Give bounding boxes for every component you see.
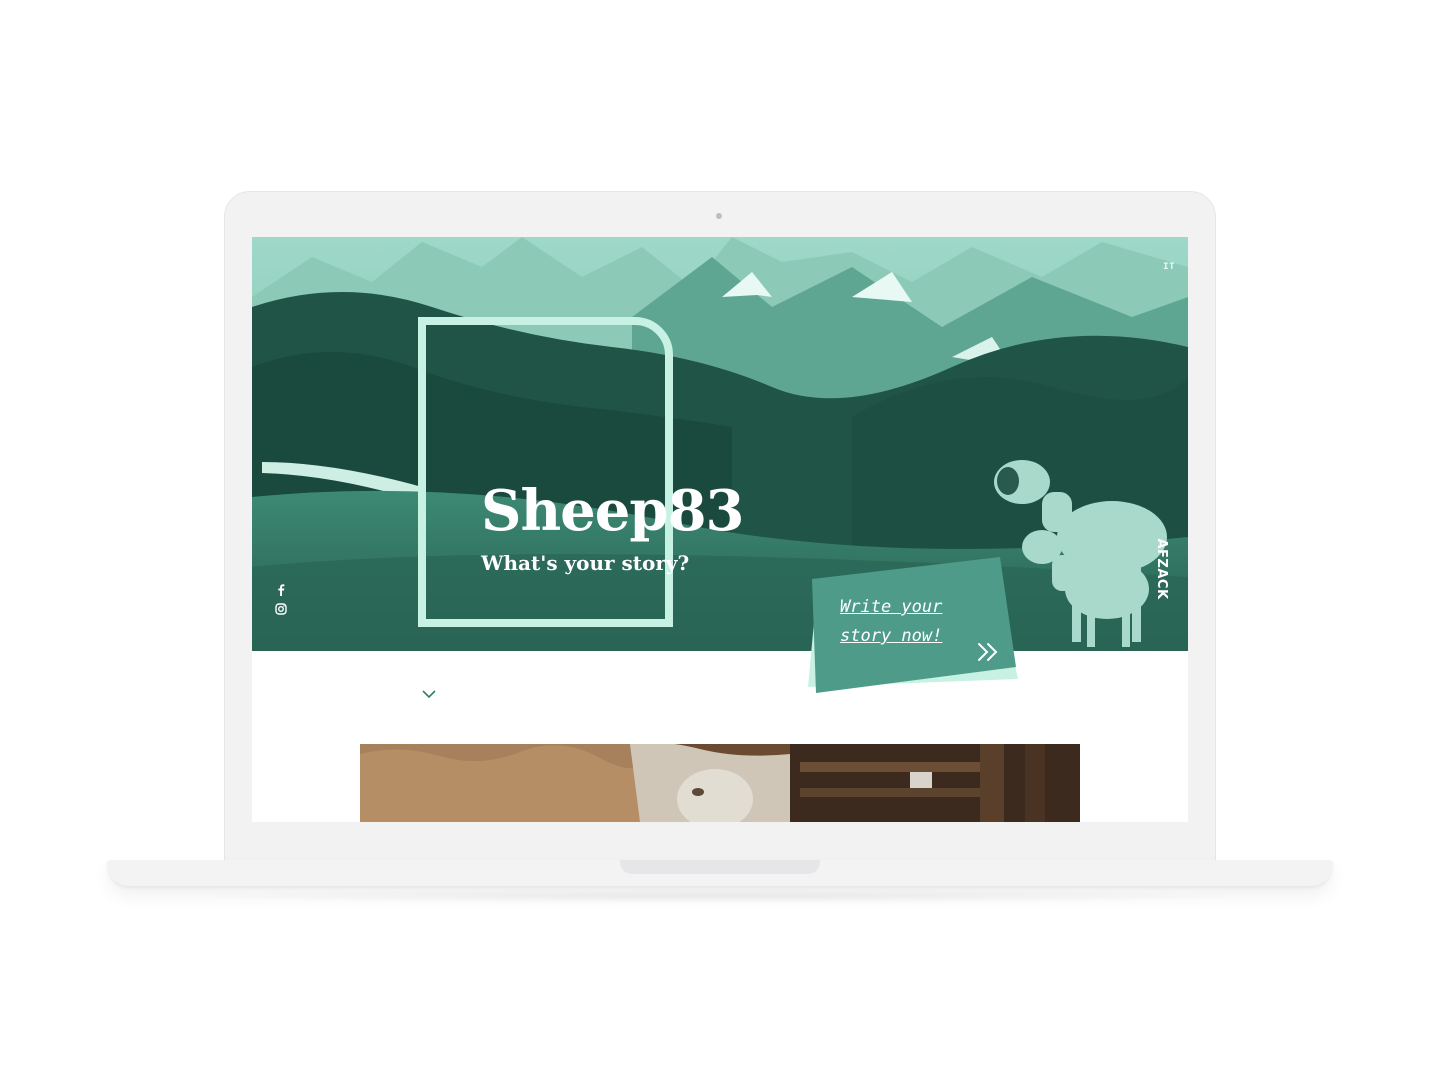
cta-label: Write your story now! <box>840 597 943 646</box>
laptop-notch <box>620 860 820 874</box>
write-story-button[interactable]: Write your story now! <box>800 549 1030 699</box>
title-frame <box>418 317 673 627</box>
hero-section: IT Sheep83 What's your story? AFZACK <box>252 237 1188 651</box>
laptop-shadow <box>180 888 1260 904</box>
facebook-icon[interactable] <box>274 582 288 596</box>
sheep-photo <box>360 744 1080 822</box>
webcam <box>716 213 722 219</box>
hero-landscape-image <box>252 237 1188 651</box>
brand-title: Sheep83 <box>481 478 744 544</box>
social-links <box>274 582 290 620</box>
language-switch[interactable]: IT <box>1163 262 1175 272</box>
tagline: What's your story? <box>481 551 690 575</box>
chevron-down-icon[interactable] <box>422 684 436 703</box>
laptop-screen: IT Sheep83 What's your story? AFZACK Wri… <box>252 237 1188 822</box>
instagram-icon[interactable] <box>274 601 288 615</box>
afzack-logo: AFZACK <box>1154 538 1169 600</box>
